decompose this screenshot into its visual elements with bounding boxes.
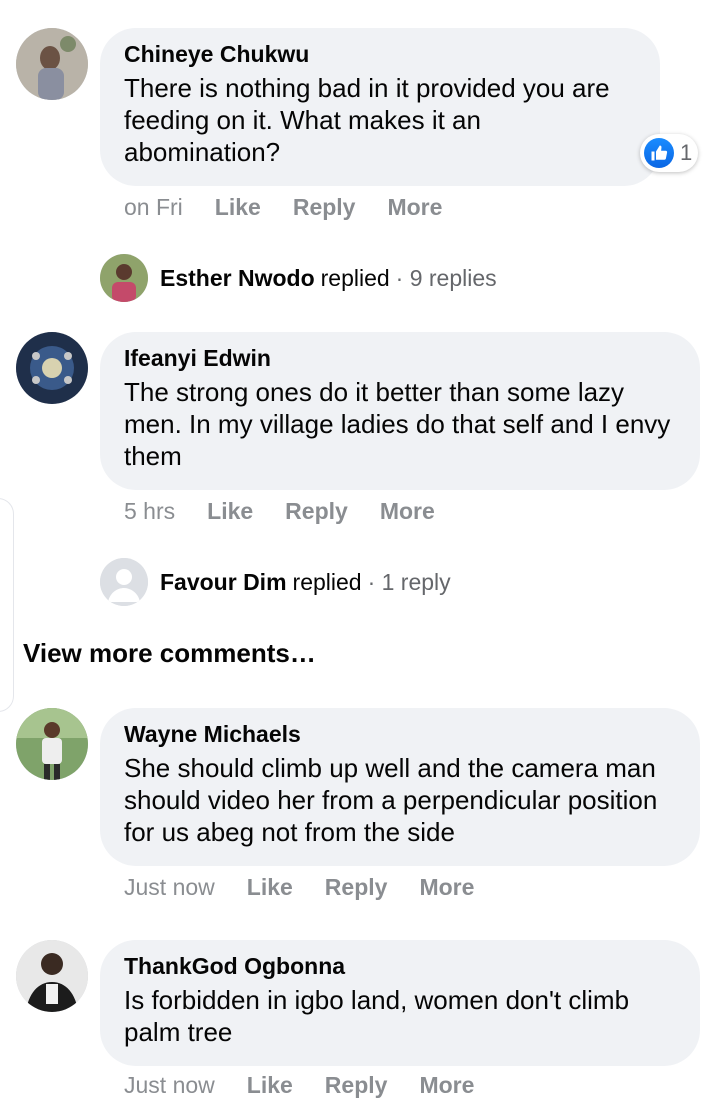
view-replies-link[interactable]: Favour Dim replied · 1 reply bbox=[100, 558, 451, 606]
reply-verb: replied bbox=[320, 264, 390, 291]
comment-actions: 5 hrs Like Reply More bbox=[124, 498, 467, 525]
reply-button[interactable]: Reply bbox=[285, 498, 348, 525]
like-button[interactable]: Like bbox=[247, 1072, 293, 1099]
thumbs-up-icon bbox=[644, 138, 674, 168]
reply-button[interactable]: Reply bbox=[325, 1072, 388, 1099]
avatar[interactable] bbox=[16, 940, 88, 1012]
comment-author[interactable]: ThankGod Ogbonna bbox=[124, 952, 676, 980]
avatar[interactable] bbox=[16, 708, 88, 780]
avatar bbox=[100, 254, 148, 302]
side-panel-edge bbox=[0, 498, 14, 712]
reply-button[interactable]: Reply bbox=[325, 874, 388, 901]
reply-count: · 9 replies bbox=[395, 264, 497, 291]
comment-actions: Just now Like Reply More bbox=[124, 874, 506, 901]
comment-text: There is nothing bad in it provided you … bbox=[124, 73, 610, 167]
comment-timestamp[interactable]: on Fri bbox=[124, 194, 183, 221]
more-button[interactable]: More bbox=[419, 874, 474, 901]
comment-bubble: Wayne Michaels She should climb up well … bbox=[100, 708, 700, 866]
comment-text: She should climb up well and the camera … bbox=[124, 753, 658, 847]
comment-bubble: ThankGod Ogbonna Is forbidden in igbo la… bbox=[100, 940, 700, 1066]
reply-verb: replied bbox=[292, 568, 362, 595]
comment-actions: Just now Like Reply More bbox=[124, 1072, 506, 1099]
comment-text: The strong ones do it better than some l… bbox=[124, 377, 671, 471]
reply-button[interactable]: Reply bbox=[293, 194, 356, 221]
reaction-count: 1 bbox=[680, 140, 693, 165]
more-button[interactable]: More bbox=[419, 1072, 474, 1099]
like-button[interactable]: Like bbox=[247, 874, 293, 901]
more-button[interactable]: More bbox=[380, 498, 435, 525]
view-more-comments-link[interactable]: View more comments… bbox=[23, 638, 316, 669]
comment-author[interactable]: Wayne Michaels bbox=[124, 720, 676, 748]
comment-text: Is forbidden in igbo land, women don't c… bbox=[124, 985, 630, 1047]
comment-timestamp[interactable]: 5 hrs bbox=[124, 498, 175, 525]
reply-count: · 1 reply bbox=[367, 568, 451, 595]
avatar[interactable] bbox=[16, 332, 88, 404]
reaction-badge[interactable]: 1 bbox=[640, 134, 699, 172]
like-button[interactable]: Like bbox=[207, 498, 253, 525]
comment-author[interactable]: Ifeanyi Edwin bbox=[124, 344, 676, 372]
view-replies-link[interactable]: Esther Nwodo replied · 9 replies bbox=[100, 254, 497, 302]
more-button[interactable]: More bbox=[387, 194, 442, 221]
comment-author[interactable]: Chineye Chukwu bbox=[124, 40, 636, 68]
comment-timestamp[interactable]: Just now bbox=[124, 874, 215, 901]
reply-author: Esther Nwodo bbox=[160, 264, 315, 291]
comment-actions: on Fri Like Reply More bbox=[124, 194, 474, 221]
comment-bubble: Ifeanyi Edwin The strong ones do it bett… bbox=[100, 332, 700, 490]
reply-author: Favour Dim bbox=[160, 568, 287, 595]
avatar[interactable] bbox=[16, 28, 88, 100]
comment-bubble: Chineye Chukwu There is nothing bad in i… bbox=[100, 28, 660, 186]
default-avatar-icon bbox=[100, 558, 148, 606]
like-button[interactable]: Like bbox=[215, 194, 261, 221]
comment-timestamp[interactable]: Just now bbox=[124, 1072, 215, 1099]
